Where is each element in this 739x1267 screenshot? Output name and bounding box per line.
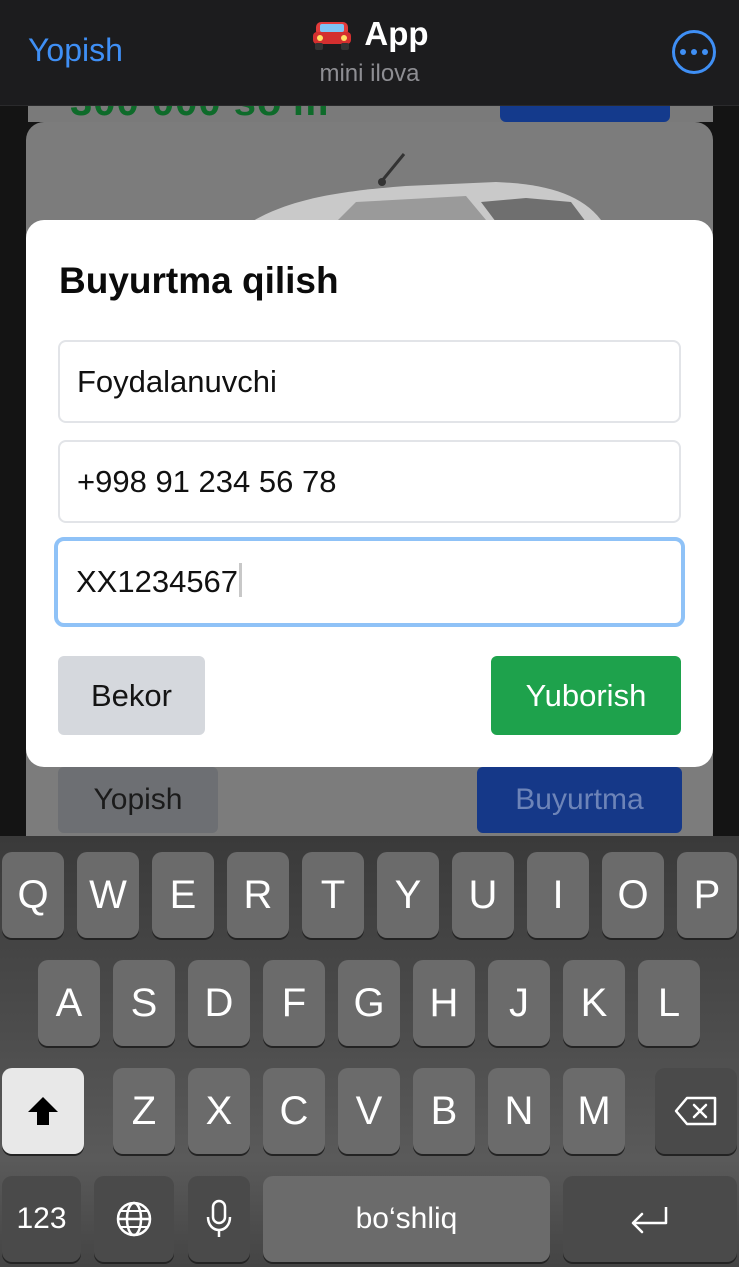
phone-input-value: +998 91 234 56 78 <box>77 464 337 499</box>
shift-key[interactable] <box>2 1068 84 1154</box>
key-b[interactable]: B <box>413 1068 475 1154</box>
key-v[interactable]: V <box>338 1068 400 1154</box>
key-q[interactable]: Q <box>2 852 64 938</box>
backspace-key[interactable] <box>655 1068 737 1154</box>
order-modal: Buyurtma qilish Foydalanuvchi +998 91 23… <box>26 220 713 767</box>
app-subtitle: mini ilova <box>319 60 420 87</box>
numbers-key[interactable]: 123 <box>2 1176 81 1262</box>
dictation-key[interactable] <box>188 1176 250 1262</box>
key-k[interactable]: K <box>563 960 625 1046</box>
submit-button[interactable]: Yuborish <box>491 656 681 735</box>
key-o[interactable]: O <box>602 852 664 938</box>
key-m[interactable]: M <box>563 1068 625 1154</box>
key-z[interactable]: Z <box>113 1068 175 1154</box>
key-f[interactable]: F <box>263 960 325 1046</box>
more-options-icon[interactable] <box>672 30 716 74</box>
space-key[interactable]: bo‘shliq <box>263 1176 550 1262</box>
key-r[interactable]: R <box>227 852 289 938</box>
mini-app-header: Yopish App mini ilova <box>0 0 739 106</box>
background-price-button <box>500 106 670 122</box>
backspace-icon <box>674 1096 717 1126</box>
price-text: 300 000 so'm <box>70 106 329 122</box>
shift-icon <box>28 1097 58 1125</box>
key-y[interactable]: Y <box>377 852 439 938</box>
modal-title: Buyurtma qilish <box>59 260 339 301</box>
background-close-button: Yopish <box>58 767 218 833</box>
key-e[interactable]: E <box>152 852 214 938</box>
name-input[interactable]: Foydalanuvchi <box>58 340 681 423</box>
key-j[interactable]: J <box>488 960 550 1046</box>
onscreen-keyboard: Q W E R T Y U I O P A S D F G H J K L Z … <box>0 836 739 1267</box>
globe-key[interactable] <box>94 1176 174 1262</box>
key-u[interactable]: U <box>452 852 514 938</box>
background-price-strip: 300 000 so'm <box>28 106 713 122</box>
cancel-button[interactable]: Bekor <box>58 656 205 735</box>
car-image <box>251 153 601 232</box>
passport-input[interactable]: XX1234567 <box>54 537 685 627</box>
key-t[interactable]: T <box>302 852 364 938</box>
key-h[interactable]: H <box>413 960 475 1046</box>
key-d[interactable]: D <box>188 960 250 1046</box>
key-a[interactable]: A <box>38 960 100 1046</box>
header-title-block: App mini ilova <box>0 14 739 89</box>
key-s[interactable]: S <box>113 960 175 1046</box>
key-c[interactable]: C <box>263 1068 325 1154</box>
key-w[interactable]: W <box>77 852 139 938</box>
microphone-icon <box>206 1199 232 1237</box>
key-n[interactable]: N <box>488 1068 550 1154</box>
car-icon <box>313 22 352 50</box>
return-key[interactable] <box>563 1176 737 1262</box>
background-order-button: Buyurtma <box>477 767 682 833</box>
name-input-value: Foydalanuvchi <box>77 364 277 399</box>
phone-input[interactable]: +998 91 234 56 78 <box>58 440 681 523</box>
return-icon <box>631 1207 668 1234</box>
app-title: App <box>364 15 429 52</box>
key-g[interactable]: G <box>338 960 400 1046</box>
key-l[interactable]: L <box>638 960 700 1046</box>
key-p[interactable]: P <box>677 852 737 938</box>
passport-input-value: XX1234567 <box>76 564 239 599</box>
globe-icon <box>116 1201 152 1237</box>
key-i[interactable]: I <box>527 852 589 938</box>
key-x[interactable]: X <box>188 1068 250 1154</box>
text-caret <box>239 563 243 597</box>
